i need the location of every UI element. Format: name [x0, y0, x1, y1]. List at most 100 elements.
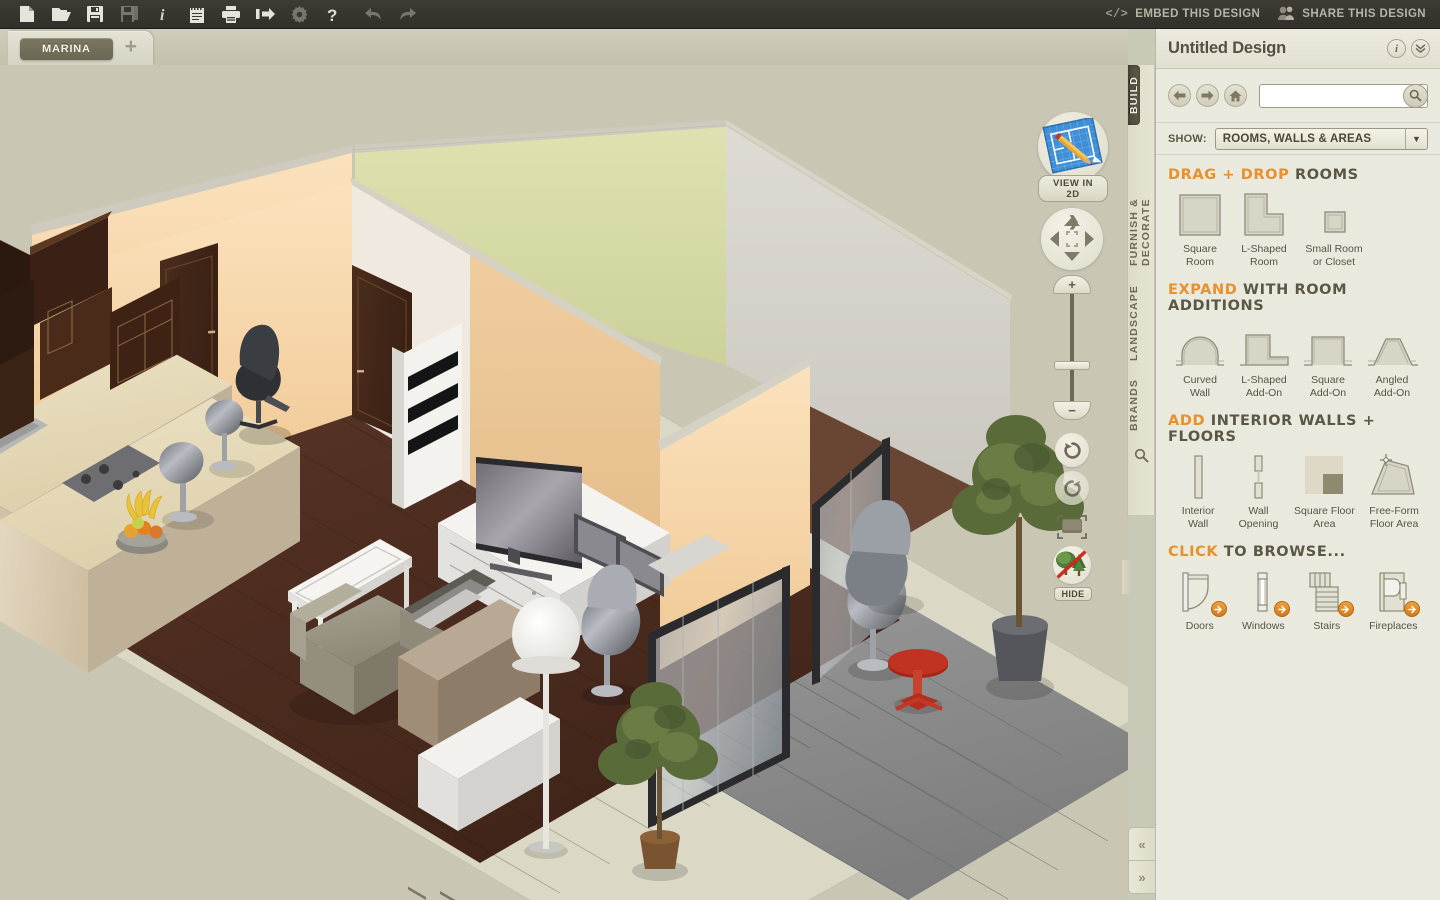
item-label: Interior Wall: [1182, 505, 1215, 531]
hide-trees-icon: [1055, 548, 1089, 580]
tab-brands[interactable]: BRANDS: [1128, 370, 1140, 440]
label-line-1: Small Room: [1305, 243, 1363, 255]
zoom-slider-track[interactable]: [1070, 291, 1074, 407]
hide-icon-disc: [1053, 546, 1091, 584]
rotate-counter-clockwise-button[interactable]: [1055, 433, 1089, 467]
help-icon[interactable]: ?: [316, 0, 350, 29]
chevron-down-icon[interactable]: ▼: [1405, 128, 1427, 149]
item-wall-opening[interactable]: Wall Opening: [1228, 454, 1288, 531]
collapse-prev-button[interactable]: «: [1128, 827, 1156, 861]
item-free-form-floor-area[interactable]: Free-Form Floor Area: [1360, 454, 1428, 531]
item-windows[interactable]: Windows: [1232, 569, 1296, 633]
section-expand-room-additions: EXPAND WITH ROOM ADDITIONS Curved Wall L…: [1156, 282, 1440, 404]
fireplace-icon: [1370, 569, 1421, 617]
pan-control[interactable]: ❯: [1041, 208, 1103, 270]
item-square-floor-area[interactable]: Square Floor Area: [1289, 454, 1361, 531]
l-shaped-room-icon: [1241, 192, 1287, 238]
sidebar-search-field[interactable]: [1259, 83, 1428, 108]
info-icon[interactable]: i: [146, 0, 180, 29]
item-doors[interactable]: Doors: [1168, 569, 1232, 633]
share-this-design-button[interactable]: SHARE THIS DESIGN: [1278, 6, 1426, 23]
label-line-2: or Closet: [1312, 256, 1355, 268]
view-in-2d-button[interactable]: VIEW IN 2D: [1038, 112, 1108, 202]
zoom-slider[interactable]: + −: [1053, 275, 1091, 420]
tab-build[interactable]: BUILD: [1128, 65, 1140, 125]
nav-forward-button[interactable]: [1196, 84, 1219, 107]
label-line-2: Wall: [1188, 518, 1209, 530]
right-sidebar: Untitled Design i SHOW: ROOMS, WALLS & A…: [1155, 29, 1440, 900]
item-label: Curved Wall: [1183, 374, 1217, 400]
section-heading-accent: CLICK: [1168, 544, 1219, 560]
notepad-icon[interactable]: [180, 0, 214, 29]
project-tab-marina[interactable]: MARINA: [20, 37, 113, 60]
embed-this-design-button[interactable]: </> EMBED THIS DESIGN: [1105, 7, 1260, 21]
fit-to-screen-icon: [1057, 515, 1087, 539]
embed-label: EMBED THIS DESIGN: [1135, 8, 1261, 20]
hide-label: HIDE: [1054, 587, 1092, 601]
open-folder-icon[interactable]: [44, 0, 78, 29]
app-root: i ? </> EMBED THIS DESIGN SHARE THIS DES…: [0, 0, 1440, 900]
item-label: Stairs: [1313, 620, 1341, 632]
hide-plants-button[interactable]: HIDE: [1053, 546, 1093, 602]
pan-up-button[interactable]: ❯: [1068, 214, 1080, 228]
item-label: L-Shaped Add-On: [1241, 374, 1287, 400]
item-l-shaped-add-on[interactable]: L-Shaped Add-On: [1232, 323, 1296, 400]
item-label: Doors: [1185, 620, 1214, 632]
search-input[interactable]: [1260, 84, 1427, 107]
label-line-1: L-Shaped: [1241, 374, 1287, 386]
item-l-shaped-room[interactable]: L-Shaped Room: [1232, 192, 1296, 269]
zoom-slider-thumb[interactable]: [1054, 361, 1090, 370]
section-heading: EXPAND WITH ROOM ADDITIONS: [1168, 282, 1428, 314]
canvas-panel-handle[interactable]: [1122, 560, 1131, 594]
print-icon[interactable]: [214, 0, 248, 29]
tab-landscape[interactable]: LANDSCAPE: [1128, 275, 1140, 370]
item-stairs[interactable]: Stairs: [1295, 569, 1359, 633]
search-icon: [1409, 89, 1422, 102]
browse-badge[interactable]: [1337, 601, 1354, 617]
section-heading-rest: ROOMS: [1289, 167, 1359, 183]
label-line-1: L-Shaped: [1241, 243, 1287, 255]
browse-badge[interactable]: [1404, 601, 1421, 617]
browse-badge[interactable]: [1274, 601, 1291, 617]
square-room-icon: [1177, 192, 1223, 238]
section-item-grid: Doors Windows Stairs Fireplaces: [1168, 569, 1428, 633]
item-angled-add-on[interactable]: Angled Add-On: [1360, 323, 1424, 400]
fit-to-screen-button[interactable]: [1056, 514, 1088, 540]
item-curved-wall[interactable]: Curved Wall: [1168, 323, 1232, 400]
rotate-ccw-icon: [1063, 441, 1081, 459]
item-square-add-on[interactable]: Square Add-On: [1296, 323, 1360, 400]
item-label: Windows: [1241, 620, 1285, 632]
browse-badge[interactable]: [1210, 601, 1227, 617]
isometric-scene: [0, 65, 1128, 900]
design-info-button[interactable]: i: [1387, 39, 1406, 58]
collapse-next-button[interactable]: »: [1128, 860, 1156, 894]
l-shaped-add-on-icon: [1236, 323, 1292, 369]
item-square-room[interactable]: Square Room: [1168, 192, 1232, 269]
label-line-2: Floor Area: [1369, 518, 1419, 530]
new-document-icon[interactable]: [10, 0, 44, 29]
collapse-panel-button[interactable]: [1411, 39, 1430, 58]
section-heading: ADD INTERIOR WALLS + FLOORS: [1168, 413, 1428, 445]
chevrons-down-icon: [1415, 44, 1426, 54]
export-arrow-icon[interactable]: [248, 0, 282, 29]
item-small-room-or-closet[interactable]: Small Room or Closet: [1296, 192, 1372, 269]
panel-collapse-controls: « »: [1128, 827, 1156, 894]
sidebar-search-icon[interactable]: [1128, 440, 1154, 463]
design-3d-canvas[interactable]: VIEW IN 2D ❯ + − HIDE: [0, 65, 1128, 900]
add-tab-button[interactable]: +: [119, 36, 143, 57]
section-heading-accent: DRAG + DROP: [1168, 167, 1290, 183]
angled-add-on-icon: [1364, 323, 1420, 369]
label-line-1: Angled: [1375, 374, 1409, 386]
item-label: Small Room or Closet: [1305, 243, 1362, 269]
item-fireplaces[interactable]: Fireplaces: [1359, 569, 1428, 633]
nav-back-button[interactable]: [1168, 84, 1191, 107]
show-dropdown[interactable]: ROOMS, WALLS & AREAS ▼: [1214, 127, 1428, 150]
nav-home-button[interactable]: [1224, 84, 1247, 107]
label-line-1: Square: [1183, 243, 1217, 255]
search-submit-button[interactable]: [1403, 83, 1428, 108]
small-room-icon: [1311, 192, 1357, 238]
save-icon[interactable]: [78, 0, 112, 29]
item-interior-wall[interactable]: Interior Wall: [1168, 454, 1228, 531]
tab-furnish-decorate[interactable]: FURNISH & DECORATE: [1128, 125, 1152, 275]
rotate-clockwise-button[interactable]: [1055, 471, 1089, 505]
